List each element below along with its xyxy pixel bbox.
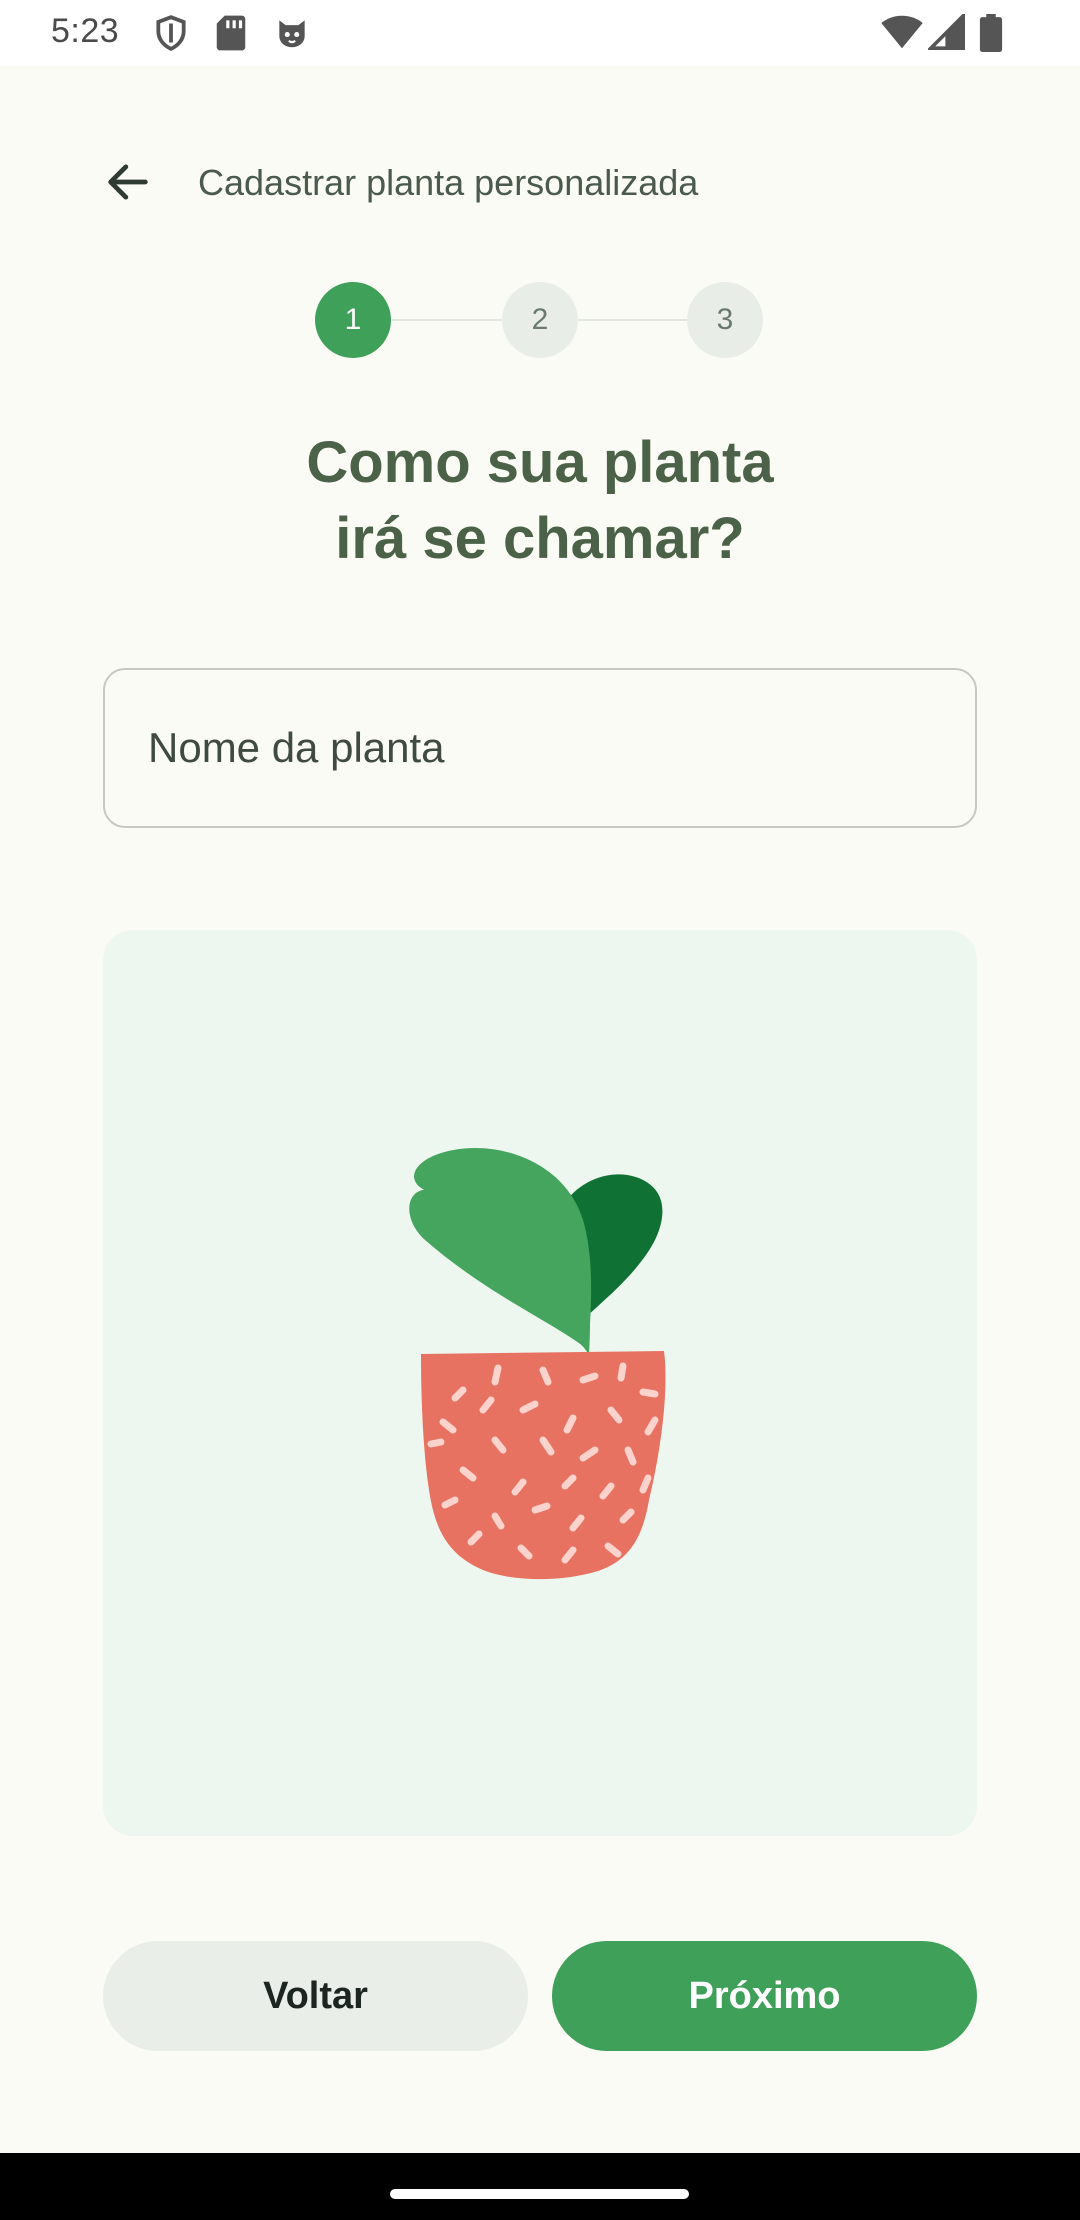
home-indicator[interactable]	[390, 2189, 689, 2199]
stepper: 1 2 3	[0, 280, 1080, 360]
potted-plant-illustration	[409, 1147, 666, 1580]
page-title-line-2: irá se chamar?	[335, 506, 745, 571]
screen: 5:23 Cadastrar planta personalizada 1 2 …	[0, 0, 1080, 2220]
arrow-back-icon	[108, 164, 148, 200]
plant-name-input[interactable]	[148, 724, 975, 772]
next-button[interactable]: Próximo	[552, 1941, 977, 2051]
page-title: Como sua planta irá se chamar?	[0, 425, 1080, 577]
illustration-card	[103, 930, 977, 1836]
sd-card-icon	[216, 15, 246, 51]
app-bar-title: Cadastrar planta personalizada	[198, 162, 699, 203]
status-bar: 5:23	[0, 0, 1080, 66]
back-button[interactable]	[92, 146, 164, 218]
wifi-icon	[881, 15, 923, 49]
shield-icon	[156, 15, 186, 51]
system-nav-bar	[0, 2153, 1080, 2220]
step-1-indicator: 1	[315, 282, 391, 358]
page-title-line-1: Como sua planta	[306, 430, 774, 495]
cat-face-icon	[279, 20, 305, 48]
battery-icon	[979, 14, 1003, 52]
cell-signal-icon	[928, 14, 965, 50]
step-connector	[392, 319, 502, 321]
plant-name-field[interactable]	[103, 668, 977, 828]
status-time: 5:23	[51, 12, 120, 50]
step-2-indicator: 2	[502, 282, 578, 358]
step-3-indicator: 3	[687, 282, 763, 358]
back-action-button[interactable]: Voltar	[103, 1941, 528, 2051]
step-connector	[578, 319, 688, 321]
